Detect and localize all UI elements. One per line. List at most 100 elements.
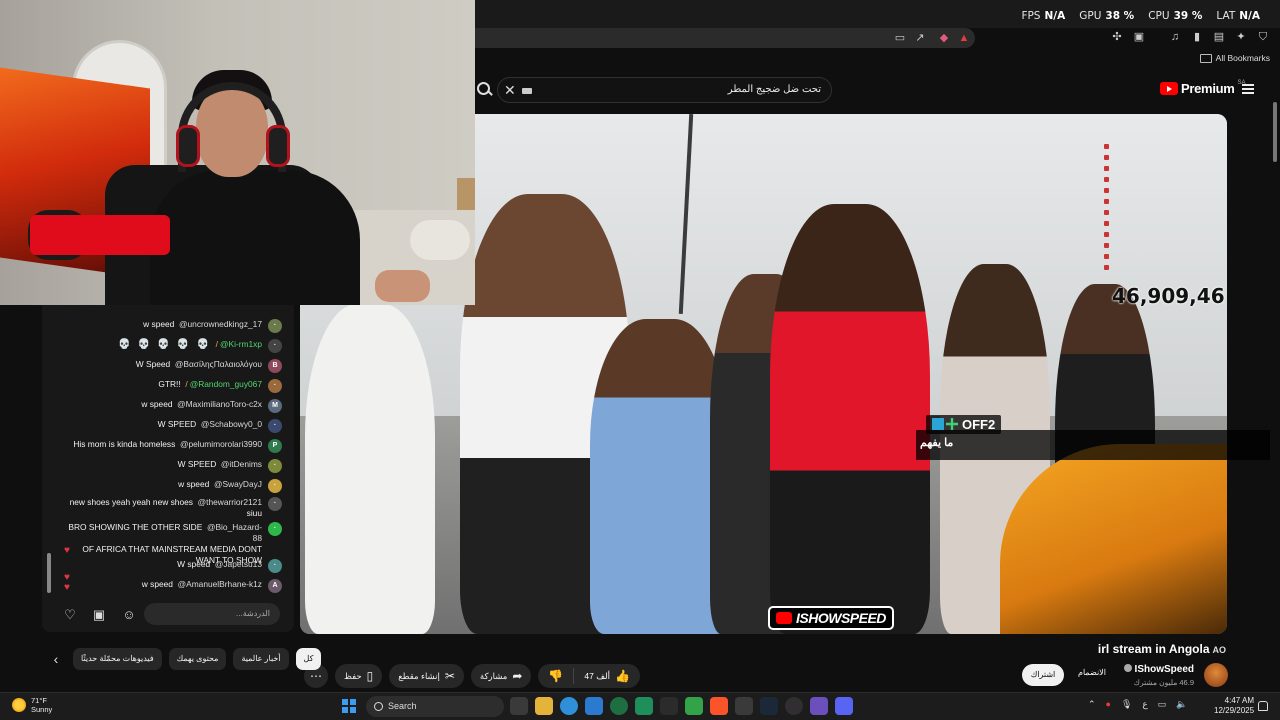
chat-username[interactable]: @SwayDayJ: [214, 479, 262, 489]
network-icon[interactable]: ▭: [1158, 699, 1167, 710]
terminal-icon[interactable]: [660, 697, 678, 715]
app-purple-icon[interactable]: [810, 697, 828, 715]
chat-username[interactable]: @ΒασίληςΠαλαιολόγου: [175, 359, 262, 369]
avatar[interactable]: A: [268, 579, 282, 593]
super-chat-icon[interactable]: ▣: [89, 605, 109, 625]
volume-icon[interactable]: 🔈: [1176, 699, 1187, 710]
channel-name[interactable]: IShowSpeed: [1123, 664, 1194, 675]
share-button[interactable]: مشاركة ➦: [470, 664, 532, 688]
avatar[interactable]: ·: [268, 339, 282, 353]
chat-scrollbar[interactable]: [47, 553, 51, 593]
avatar[interactable]: ·: [268, 419, 282, 433]
chip-world-news[interactable]: أخبار عالمية: [233, 648, 289, 670]
brave-rewards-icon[interactable]: ▲: [957, 31, 971, 45]
avatar[interactable]: P: [268, 439, 282, 453]
chat-username[interactable]: @MaximilianoToro-c2x: [177, 399, 262, 409]
save-button[interactable]: حفظ ▯: [335, 664, 383, 688]
chat-username[interactable]: @Ki-rm1xp: [220, 339, 262, 349]
avatar[interactable]: ·: [268, 479, 282, 493]
chat-username[interactable]: @Bio_Hazard-88: [207, 522, 262, 543]
join-button[interactable]: الانضمام: [1078, 668, 1106, 677]
task-view-icon[interactable]: [510, 697, 528, 715]
chat-username[interactable]: @Japetsu13: [215, 559, 262, 569]
like-button[interactable]: 47 ألف 👍: [574, 669, 640, 683]
ndi-icon[interactable]: [735, 697, 753, 715]
dislike-button[interactable]: 👎: [538, 668, 575, 684]
avatar[interactable]: B: [268, 359, 282, 373]
taskbar-search[interactable]: Search: [366, 696, 504, 717]
chevron-up-icon[interactable]: ⌃: [1088, 699, 1096, 710]
scrollbar-thumb[interactable]: [1273, 102, 1277, 162]
channel-avatar[interactable]: [1204, 663, 1228, 687]
start-button[interactable]: [342, 699, 356, 713]
chip-recently-uploaded[interactable]: فيديوهات محمّلة حديثًا: [73, 648, 162, 670]
avatar[interactable]: ·: [268, 379, 282, 393]
avatar[interactable]: ·: [268, 319, 282, 333]
discord-icon[interactable]: [835, 697, 853, 715]
tray-app-icon[interactable]: ●: [1106, 699, 1111, 710]
sidebar-icon[interactable]: ▮: [1190, 30, 1204, 44]
extension-icon[interactable]: ◆: [937, 31, 951, 45]
avatar[interactable]: M: [268, 399, 282, 413]
chat-message: w speed @MaximilianoToro-c2x M: [42, 399, 282, 413]
page-scrollbar[interactable]: [1270, 72, 1280, 692]
puzzle-icon[interactable]: ✣: [1110, 30, 1124, 44]
search-icon[interactable]: [475, 80, 495, 100]
file-explorer-icon[interactable]: [535, 697, 553, 715]
chat-username[interactable]: @uncrownedkingz_17: [179, 319, 262, 329]
leo-icon[interactable]: ✦: [1234, 30, 1248, 44]
subtitle-band: [916, 430, 1280, 460]
avatar[interactable]: ·: [268, 497, 282, 511]
plus-icon: [946, 418, 958, 430]
hamburger-menu-icon[interactable]: [1242, 84, 1254, 94]
edge-icon[interactable]: [560, 697, 578, 715]
vpn-icon[interactable]: ⛉: [1256, 30, 1270, 44]
chip-for-you[interactable]: محتوى يهمك: [168, 648, 227, 670]
all-bookmarks[interactable]: All Bookmarks: [1199, 53, 1270, 63]
youtube-logo[interactable]: Premium SA: [1160, 80, 1246, 96]
chat-username[interactable]: @pelumimorolari3990: [180, 439, 262, 449]
emoji-icon[interactable]: ☺: [119, 605, 139, 625]
chevron-left-icon[interactable]: ‹: [46, 648, 66, 670]
app-green-icon[interactable]: [685, 697, 703, 715]
subscribe-button[interactable]: اشتراك: [1022, 664, 1064, 686]
app-icon[interactable]: [610, 697, 628, 715]
keyboard-icon[interactable]: [522, 88, 532, 94]
off2-badge-icon: [932, 418, 944, 430]
weather-widget[interactable]: 71°F Sunny: [12, 696, 52, 714]
language-indicator[interactable]: ع: [1142, 699, 1147, 710]
wallet-icon[interactable]: ▤: [1212, 30, 1226, 44]
notification-bell-icon[interactable]: [1258, 701, 1268, 711]
webcam-hand: [375, 270, 430, 302]
avatar[interactable]: ·: [268, 459, 282, 473]
chat-input-row: ♡ ▣ ☺ الدردشة...: [42, 602, 294, 628]
chat-username[interactable]: @itDenims: [221, 459, 262, 469]
obs-icon[interactable]: [785, 697, 803, 715]
search-input[interactable]: ✕ تحت ضل ضجيج المطر: [497, 77, 832, 103]
music-icon[interactable]: ♫: [1168, 30, 1182, 44]
clear-search-icon[interactable]: ✕: [504, 82, 516, 99]
chat-input[interactable]: الدردشة...: [144, 603, 280, 625]
avatar[interactable]: ·: [268, 522, 282, 536]
chat-username[interactable]: @thewarrior2121: [198, 497, 262, 507]
clock-date: 12/29/2025: [1214, 706, 1255, 715]
chip-all[interactable]: كل: [295, 648, 322, 670]
chat-message-list[interactable]: w speed @uncrownedkingz_17 · 💀 💀 💀 💀 💀 /…: [42, 305, 294, 595]
heart-icon[interactable]: ♡: [60, 605, 80, 625]
address-bar[interactable]: ▭ ↗ ◆ ▲: [475, 28, 975, 48]
chat-username[interactable]: @Schabowy0_0: [201, 419, 262, 429]
steam-icon[interactable]: [760, 697, 778, 715]
brave-icon[interactable]: [710, 697, 728, 715]
chat-username[interactable]: @AmanuelBrhane-k1z: [178, 579, 262, 589]
mic-icon[interactable]: 🎙: [1121, 699, 1132, 710]
xbox-icon[interactable]: [635, 697, 653, 715]
cast-icon[interactable]: ▭: [893, 31, 907, 45]
clip-button[interactable]: إنشاء مقطع ✂: [389, 664, 464, 688]
share-page-icon[interactable]: ↗: [913, 31, 927, 45]
avatar[interactable]: ·: [268, 559, 282, 573]
subscriber-count: 46.9 مليون مشترك: [1133, 678, 1194, 687]
outlook-icon[interactable]: [585, 697, 603, 715]
screenshot-icon[interactable]: ▣: [1132, 30, 1146, 44]
chat-username[interactable]: @Random_guy067: [190, 379, 262, 389]
taskbar-clock[interactable]: 4:47 AM 12/29/2025: [1214, 696, 1254, 716]
